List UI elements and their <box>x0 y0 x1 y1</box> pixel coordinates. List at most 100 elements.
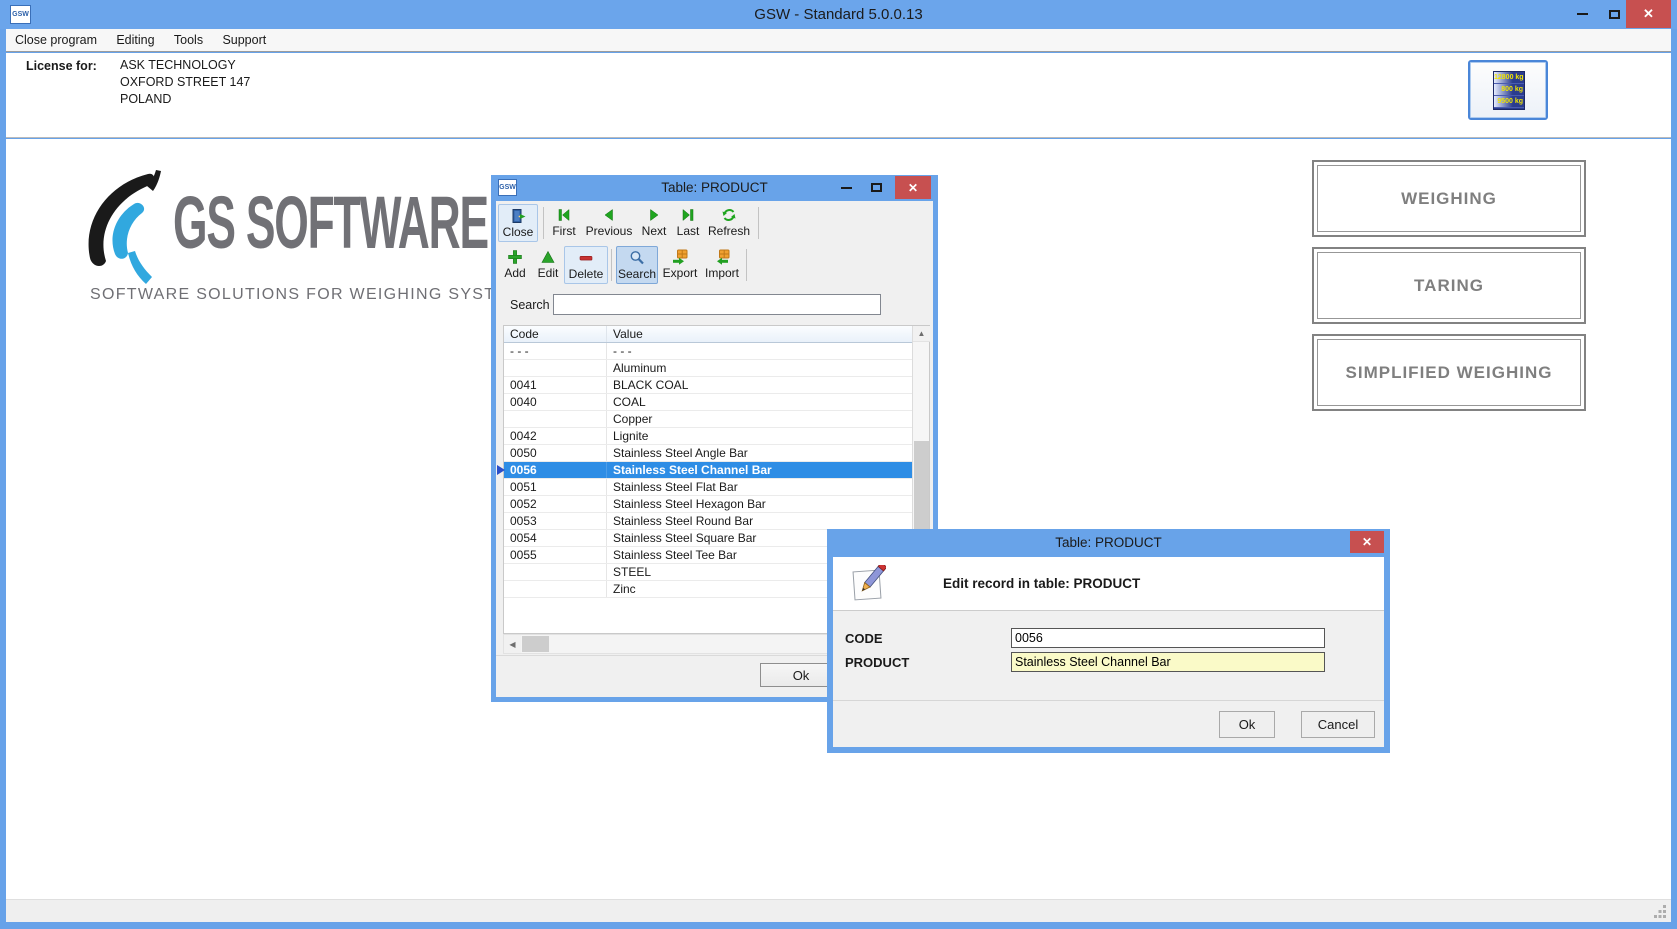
menu-editing[interactable]: Editing <box>109 29 161 47</box>
cell-value: Aluminum <box>607 360 913 376</box>
toolbar-first-button[interactable]: First <box>548 204 580 242</box>
cell-value: Stainless Steel Channel Bar <box>607 462 913 478</box>
toolbar-first-label: First <box>548 224 580 238</box>
code-field-label: CODE <box>845 631 883 646</box>
product-field-input[interactable] <box>1011 652 1325 672</box>
toolbar-edit-button[interactable]: Edit <box>534 246 562 284</box>
dialog-body: Edit record in table: PRODUCT CODE PRODU… <box>833 557 1384 747</box>
logo: GS SOFTWARE SOFTWARE SOLUTIONS FOR WEIGH… <box>78 158 548 328</box>
toolbar-search-button[interactable]: Search <box>616 246 658 284</box>
toolbar-next-button[interactable]: Next <box>638 204 670 242</box>
main-hscrollbar[interactable] <box>6 899 1671 922</box>
edit-record-dialog: Table: PRODUCT ✕ Edit record in table: P… <box>827 529 1390 753</box>
table-ok-label: Ok <box>793 668 810 683</box>
table-row[interactable]: Copper <box>504 411 913 428</box>
weighing-button-label: WEIGHING <box>1401 189 1497 209</box>
menu-close-program[interactable]: Close program <box>8 29 104 47</box>
toolbar-delete-button[interactable]: Delete <box>564 246 608 284</box>
dialog-close-button[interactable]: ✕ <box>1350 531 1384 553</box>
toolbar-import-button[interactable]: Import <box>702 246 742 284</box>
table-row[interactable]: 0042Lignite <box>504 428 913 445</box>
cell-code: 0040 <box>504 394 607 410</box>
table-search-input[interactable] <box>553 294 881 315</box>
export-icon <box>660 248 700 266</box>
license-line-1: ASK TECHNOLOGY <box>120 58 236 72</box>
toolbar-last-button[interactable]: Last <box>672 204 704 242</box>
dialog-cancel-button[interactable]: Cancel <box>1301 711 1375 738</box>
cell-code: 0050 <box>504 445 607 461</box>
taring-button[interactable]: TARING <box>1312 247 1586 324</box>
toolbar-separator <box>611 249 612 281</box>
taring-button-label: TARING <box>1414 276 1484 296</box>
last-icon <box>672 206 704 224</box>
scale-display-button[interactable]: 12800 kg 800 kg 9500 kg <box>1468 60 1548 120</box>
cell-code: 0051 <box>504 479 607 495</box>
table-row[interactable]: 0041BLACK COAL <box>504 377 913 394</box>
dialog-title: Table: PRODUCT <box>827 529 1390 557</box>
toolbar-previous-button[interactable]: Previous <box>582 204 636 242</box>
code-field-input[interactable] <box>1011 628 1325 648</box>
resize-grip[interactable] <box>1654 905 1667 918</box>
table-row[interactable]: 0053Stainless Steel Round Bar <box>504 513 913 530</box>
scale-line: 800 kg <box>1494 84 1524 96</box>
simplified-weighing-button[interactable]: SIMPLIFIED WEIGHING <box>1312 334 1586 411</box>
table-minimize-button[interactable] <box>832 176 860 199</box>
door-icon <box>499 207 537 225</box>
dialog-ok-button[interactable]: Ok <box>1219 711 1275 738</box>
toolbar-add-button[interactable]: Add <box>498 246 532 284</box>
cell-code: 0053 <box>504 513 607 529</box>
cell-code: 0054 <box>504 530 607 546</box>
column-header-code[interactable]: Code <box>504 326 607 342</box>
table-row[interactable]: 0040COAL <box>504 394 913 411</box>
menu-support[interactable]: Support <box>215 29 273 47</box>
search-icon <box>617 249 657 267</box>
minimize-button[interactable] <box>1566 0 1598 28</box>
table-row[interactable]: 0052Stainless Steel Hexagon Bar <box>504 496 913 513</box>
toolbar-close-button[interactable]: Close <box>498 204 538 242</box>
minimize-icon <box>1577 13 1588 15</box>
close-button[interactable]: ✕ <box>1626 0 1671 28</box>
edit-icon <box>534 248 562 266</box>
dialog-titlebar: Table: PRODUCT ✕ <box>827 529 1390 557</box>
toolbar-add-label: Add <box>498 266 532 280</box>
maximize-icon <box>1609 10 1620 19</box>
cell-value: Stainless Steel Hexagon Bar <box>607 496 913 512</box>
scale-line: 12800 kg <box>1494 72 1524 84</box>
cell-value: BLACK COAL <box>607 377 913 393</box>
toolbar-import-label: Import <box>702 266 742 280</box>
toolbar-export-button[interactable]: Export <box>660 246 700 284</box>
license-panel: License for: ASK TECHNOLOGY OXFORD STREE… <box>6 53 1671 138</box>
hscroll-thumb[interactable] <box>522 636 549 652</box>
cell-value: Lignite <box>607 428 913 444</box>
table-row[interactable]: 0050Stainless Steel Angle Bar <box>504 445 913 462</box>
cell-code <box>504 411 607 427</box>
toolbar-next-label: Next <box>638 224 670 238</box>
dialog-header-text: Edit record in table: PRODUCT <box>943 557 1140 611</box>
import-icon <box>702 248 742 266</box>
scroll-up-icon[interactable]: ▲ <box>913 326 930 342</box>
menu-tools[interactable]: Tools <box>167 29 210 47</box>
main-window-title: GSW - Standard 5.0.0.13 <box>0 0 1677 29</box>
weighing-button[interactable]: WEIGHING <box>1312 160 1586 237</box>
close-icon: ✕ <box>1362 535 1372 549</box>
toolbar-refresh-button[interactable]: Refresh <box>706 204 752 242</box>
table-maximize-button[interactable] <box>862 176 890 199</box>
toolbar-separator <box>543 207 544 239</box>
toolbar-export-label: Export <box>660 266 700 280</box>
table-row[interactable]: 0056Stainless Steel Channel Bar <box>504 462 913 479</box>
column-header-value[interactable]: Value <box>607 326 893 342</box>
cell-code: 0042 <box>504 428 607 444</box>
edit-record-icon <box>850 565 886 603</box>
table-row[interactable]: 0051Stainless Steel Flat Bar <box>504 479 913 496</box>
table-close-button[interactable]: ✕ <box>895 176 931 199</box>
table-row[interactable]: Aluminum <box>504 360 913 377</box>
dialog-header: Edit record in table: PRODUCT <box>833 557 1384 611</box>
logo-brand-text: GS SOFTWARE <box>173 186 488 260</box>
cell-code: 0041 <box>504 377 607 393</box>
cell-value: Stainless Steel Round Bar <box>607 513 913 529</box>
close-icon: ✕ <box>1643 6 1654 22</box>
scroll-left-icon[interactable]: ◀ <box>504 635 521 653</box>
toolbar-separator <box>758 207 759 239</box>
table-row[interactable]: - - -- - - <box>504 343 913 360</box>
table-search-label: Search <box>510 298 550 312</box>
